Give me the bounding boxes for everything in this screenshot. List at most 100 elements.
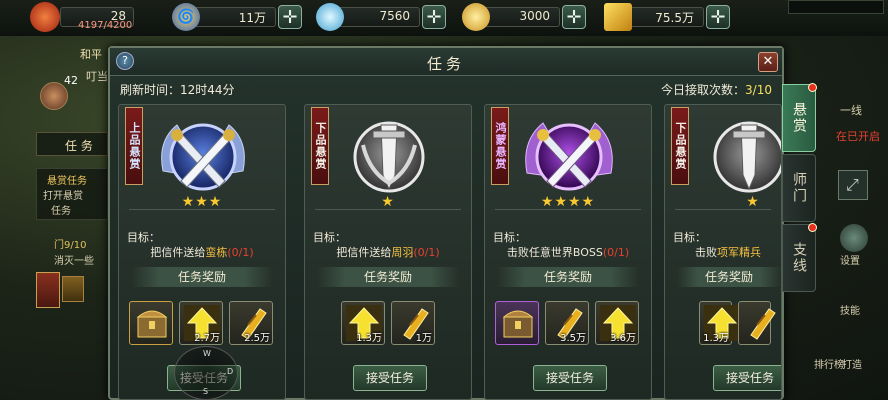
goal-label: 目标： [127, 231, 160, 244]
goal-label: 目标： [673, 231, 706, 244]
goal-progress: (0/1) [227, 246, 254, 259]
task-card[interactable]: 鸿蒙悬赏 ★★★★ 目标： 击败任意世界BOSS(0/1) 任务奖励 3.5万 [484, 104, 652, 400]
goal-text: 把信件送给蛮栋(0/1) [119, 244, 285, 260]
goal-text: 把信件送给周羽(0/1) [305, 244, 471, 260]
skills-label: 技能 [840, 306, 860, 317]
reward-item[interactable]: 1万 [391, 301, 435, 345]
goal-progress: (0/1) [602, 246, 630, 259]
avatar[interactable] [30, 2, 60, 32]
refresh-time: 刷新时间：12时44分 [120, 83, 235, 97]
sect-progress: 门9/10 [54, 240, 87, 251]
task-panel-tab[interactable]: 任 务 [36, 132, 108, 156]
dialog-header: ? 任务 ✕ [110, 48, 782, 76]
reward-item[interactable]: 1.3万 [341, 301, 385, 345]
goal-target[interactable]: 周羽 [391, 246, 413, 259]
close-button[interactable]: ✕ [758, 52, 778, 72]
sword-silver-emblem [713, 121, 781, 193]
reward-item[interactable] [495, 301, 539, 345]
star-rating: ★★★★ [540, 194, 596, 210]
joystick-south: S [203, 387, 209, 396]
map-time [788, 0, 884, 14]
forge-label: 打造 [842, 360, 862, 371]
divider [129, 209, 275, 210]
goal-target[interactable]: 项军精兵 [717, 246, 761, 259]
accept-task-button[interactable]: 接受任务 [353, 365, 427, 391]
crossed-swords-blue-emblem [161, 123, 245, 191]
accept-task-button[interactable]: 接受任务 [533, 365, 607, 391]
dialog-title: 任务 [426, 55, 465, 73]
add-gold-button[interactable]: ✛ [562, 5, 586, 29]
sword-silver-emblem [353, 121, 425, 193]
event-icon[interactable] [36, 272, 60, 308]
reward-item[interactable]: 2.7万 [179, 301, 223, 345]
tab-bounty-label: 悬赏 [791, 102, 807, 134]
rank-banner: 下品悬赏 [311, 107, 329, 185]
notification-dot [808, 83, 817, 92]
joystick-east: D [227, 367, 234, 376]
bounty-task-title: 悬赏任务 [47, 176, 87, 187]
treasure-chest-icon [502, 310, 534, 338]
star-rating: ★★★ [181, 194, 223, 210]
spiral-coin-icon: 🌀 [172, 3, 200, 31]
resource-value: 75.5万 [655, 11, 694, 25]
goal-label: 目标： [493, 231, 526, 244]
resource-gold: 3000 ✛ [462, 3, 586, 31]
player-name: 和平 [80, 48, 102, 61]
reward-value: 1.3万 [703, 333, 729, 344]
goal-progress: (0/1) [413, 246, 440, 259]
status-label: 在已开启 [836, 130, 880, 143]
goal-target[interactable]: 蛮栋 [205, 246, 227, 259]
bag-icon[interactable] [62, 276, 84, 302]
daily-accept-count: 今日接取次数：3/10 [661, 81, 772, 98]
rank-banner: 上品悬赏 [125, 107, 143, 185]
rank-banner: 鸿蒙悬赏 [491, 107, 509, 185]
task-card[interactable]: 下品悬赏 ★ 目标： 击败项军精兵 任务奖励 1.3万 接受任务 [664, 104, 782, 400]
pet-level: 42 [64, 74, 78, 87]
gear-icon[interactable] [840, 224, 868, 252]
reward-value: 1.3万 [356, 333, 382, 344]
reward-value: 3.5万 [560, 333, 586, 344]
reward-item[interactable]: 3.6万 [595, 301, 639, 345]
reward-value: 3.6万 [610, 333, 636, 344]
divider [315, 209, 461, 210]
gold-ticket-icon [604, 3, 632, 31]
daily-label: 今日接取次数： [661, 83, 746, 97]
divider [675, 209, 771, 210]
reward-value: 2.7万 [194, 333, 220, 344]
add-jade-button[interactable]: ✛ [422, 5, 446, 29]
resource-value: 7560 [379, 9, 410, 23]
rank-banner: 下品悬赏 [671, 107, 689, 185]
resource-ticket: 75.5万 ✛ [604, 3, 730, 31]
tab-bounty[interactable]: 悬赏 [782, 83, 817, 152]
goal-text: 击败项军精兵 [695, 244, 781, 260]
task-tracker[interactable]: 悬赏任务 打开悬赏 任务 [36, 168, 108, 220]
reward-item[interactable]: 2.5万 [229, 301, 273, 345]
tab-side-quest[interactable]: 支线 [782, 223, 817, 292]
goal-prefix: 击败任意世界 [506, 246, 573, 259]
star-rating: ★ [381, 194, 395, 210]
task-card[interactable]: 下品悬赏 ★ 目标： 把信件送给周羽(0/1) 任务奖励 1.3万 1万 接受任… [304, 104, 472, 400]
reward-item[interactable]: 1.3万 [699, 301, 740, 345]
reward-list: 1.3万 [699, 301, 776, 345]
reward-item[interactable] [129, 301, 173, 345]
goal-target[interactable]: BOSS [573, 246, 603, 259]
reward-value: 2.5万 [244, 333, 270, 344]
star-rating: ★ [746, 194, 760, 210]
fullscreen-icon[interactable]: ⤢ [838, 170, 868, 200]
add-ticket-button[interactable]: ✛ [706, 5, 730, 29]
accept-task-button[interactable]: 接受任务 [713, 365, 781, 391]
reward-list: 2.7万 2.5万 [129, 301, 275, 345]
goal-text: 击败任意世界BOSS(0/1) [485, 244, 651, 260]
jade-disc-icon [316, 3, 344, 31]
reward-list: 1.3万 1万 [341, 301, 461, 345]
tab-side-quest-label: 支线 [791, 242, 807, 274]
reward-item[interactable] [738, 301, 776, 345]
resource-bar: 28 🌀 11万 ✛ 7560 ✛ 3000 ✛ 75.5万 ✛ [0, 0, 888, 36]
movement-joystick[interactable]: W D S [174, 346, 238, 400]
reward-header: 任务奖励 [497, 267, 639, 287]
tab-sect[interactable]: 师门 [782, 154, 816, 222]
reward-item[interactable]: 3.5万 [545, 301, 589, 345]
add-spiral-button[interactable]: ✛ [278, 5, 302, 29]
goal-label: 目标： [313, 231, 346, 244]
tab-sect-label: 师门 [791, 172, 807, 204]
